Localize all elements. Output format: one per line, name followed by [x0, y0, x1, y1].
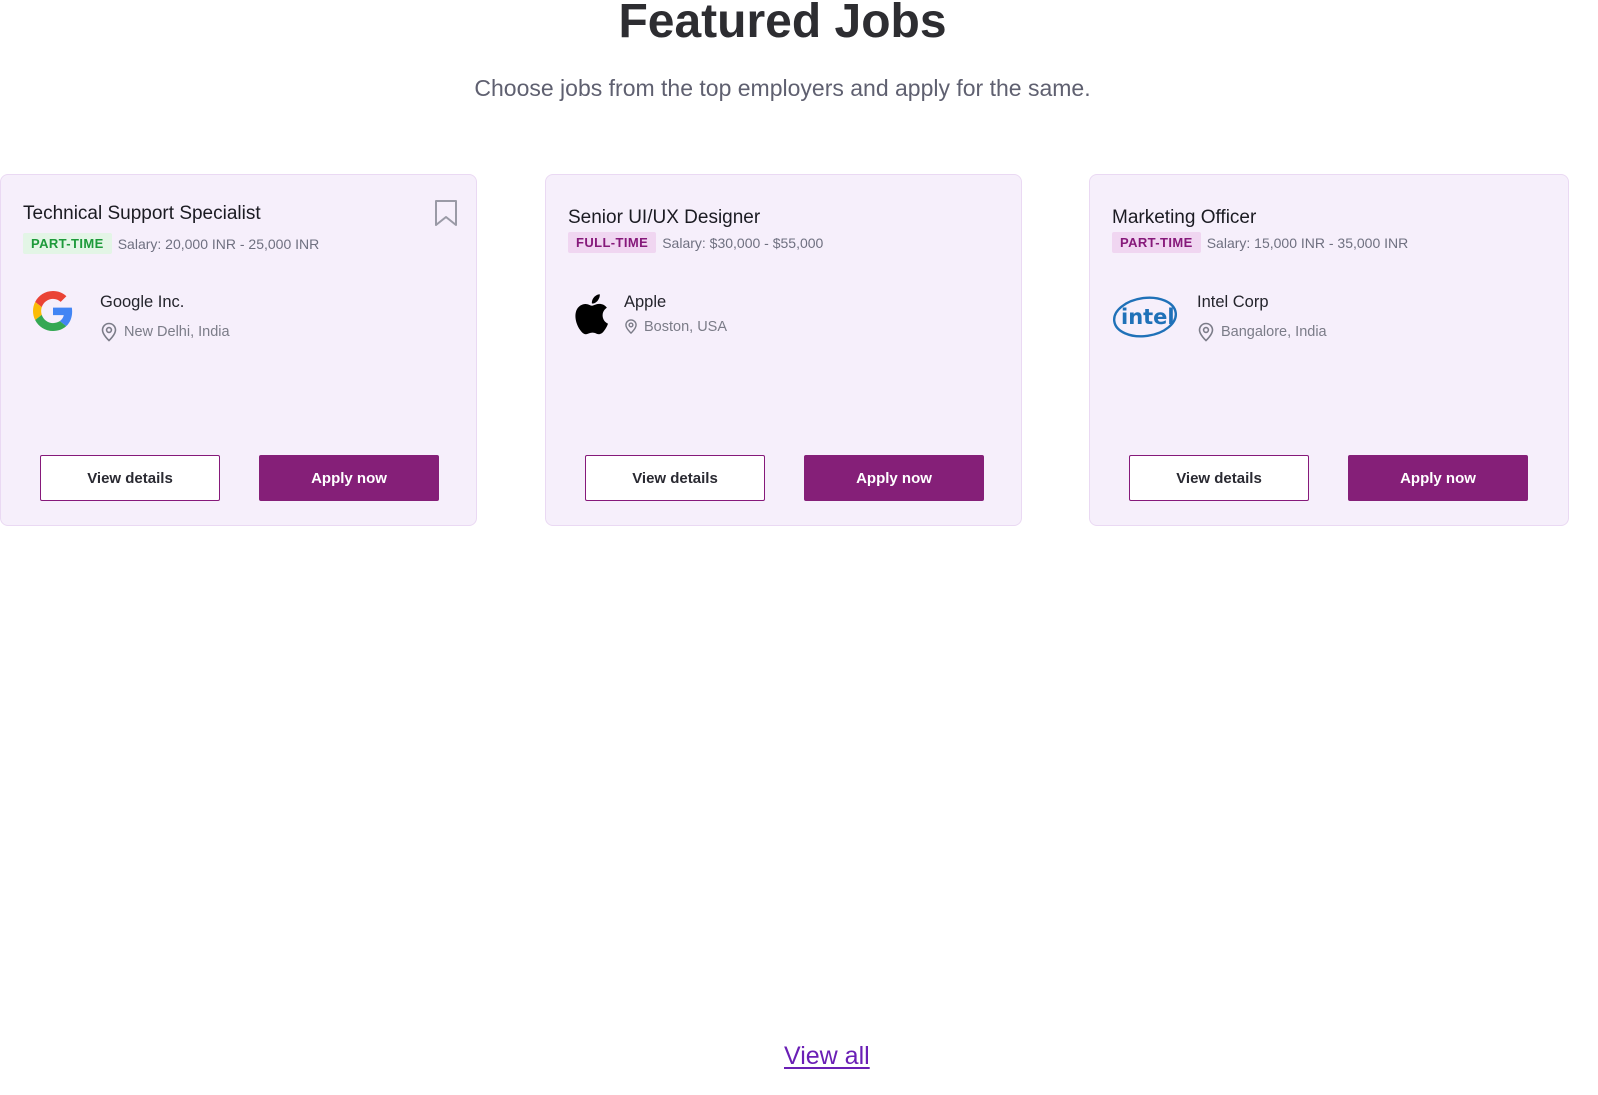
location-pin-icon [625, 319, 637, 335]
location-text: Bangalore, India [1221, 324, 1327, 340]
location-pin-icon [101, 322, 117, 342]
company-name: Intel Corp [1197, 293, 1269, 311]
bookmark-icon[interactable] [434, 199, 458, 227]
location-text: Boston, USA [644, 318, 728, 335]
view-details-button[interactable]: View details [585, 455, 765, 501]
company-name: Apple [624, 293, 667, 311]
location-text: New Delhi, India [124, 324, 230, 340]
apply-now-button[interactable]: Apply now [1348, 455, 1528, 501]
job-title: Marketing Officer [1112, 207, 1257, 228]
svg-text:intel: intel [1121, 305, 1175, 329]
section-title: Featured Jobs [618, 0, 947, 48]
job-title: Senior UI/UX Designer [568, 207, 761, 228]
apple-logo-icon [575, 294, 608, 335]
salary-text: Salary: $30,000 - $55,000 [662, 234, 824, 251]
job-type-badge: PART-TIME [23, 233, 112, 254]
job-card: Senior UI/UX Designer FULL-TIME Salary: … [545, 174, 1022, 526]
google-logo-icon [33, 291, 73, 331]
view-all-link[interactable]: View all [784, 1040, 870, 1072]
section-subtitle: Choose jobs from the top employers and a… [474, 75, 1091, 101]
job-location: Boston, USA [624, 318, 727, 335]
job-meta: PART-TIME Salary: 15,000 INR - 35,000 IN… [1112, 232, 1408, 253]
view-details-button[interactable]: View details [40, 455, 220, 501]
company-name: Google Inc. [100, 293, 185, 311]
intel-logo-icon: intel [1112, 296, 1178, 338]
job-meta: PART-TIME Salary: 20,000 INR - 25,000 IN… [23, 233, 319, 254]
job-title: Technical Support Specialist [23, 203, 261, 224]
apply-now-button[interactable]: Apply now [259, 455, 439, 501]
job-type-badge: FULL-TIME [568, 232, 657, 253]
salary-text: Salary: 20,000 INR - 25,000 INR [117, 235, 320, 252]
job-location: New Delhi, India [100, 322, 230, 342]
job-card: Marketing Officer PART-TIME Salary: 15,0… [1089, 174, 1569, 526]
salary-text: Salary: 15,000 INR - 35,000 INR [1206, 234, 1409, 251]
job-location: Bangalore, India [1197, 322, 1327, 342]
job-meta: FULL-TIME Salary: $30,000 - $55,000 [568, 232, 823, 253]
location-pin-icon [1198, 322, 1214, 342]
apply-now-button[interactable]: Apply now [804, 455, 984, 501]
view-details-button[interactable]: View details [1129, 455, 1309, 501]
job-type-badge: PART-TIME [1112, 232, 1201, 253]
job-card: Technical Support Specialist PART-TIME S… [0, 174, 477, 526]
featured-jobs-section: Featured Jobs Choose jobs from the top e… [0, 0, 1598, 1095]
